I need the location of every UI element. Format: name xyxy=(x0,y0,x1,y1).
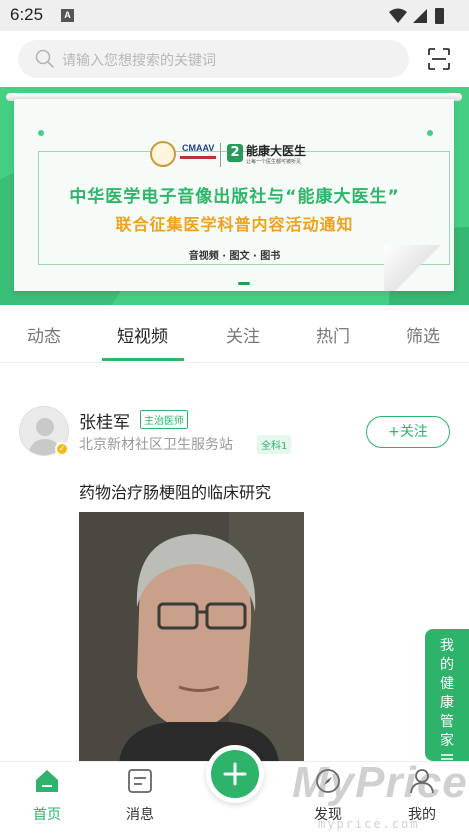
banner-title-line2: 联合征集医学科普内容活动通知 xyxy=(115,215,354,234)
watermark-url: myprice.com xyxy=(318,817,420,831)
tab-following[interactable]: 关注 xyxy=(226,322,260,347)
cma-logo-bar xyxy=(180,156,216,159)
author-title-badge: 主治医师 xyxy=(140,410,188,429)
seal-logo xyxy=(150,141,176,167)
home-icon xyxy=(36,770,58,792)
author-org: 北京新材社区卫生服务站 xyxy=(79,437,233,453)
pin-icon xyxy=(38,130,44,136)
search-input[interactable]: 请输入您想搜索的关键词 xyxy=(18,40,409,78)
status-time: 6:25 xyxy=(10,5,44,24)
tab-active-indicator xyxy=(102,358,184,361)
cma-logo: CMAAV xyxy=(182,143,215,153)
nav-home[interactable]: 首页 xyxy=(7,762,87,835)
brand-name: 能康大医生 xyxy=(246,144,307,158)
tab-filter[interactable]: 筛选 xyxy=(406,322,440,347)
post-title[interactable]: 药物治疗肠梗阻的临床研究 xyxy=(79,479,271,503)
signal-icon xyxy=(413,9,427,23)
tab-hot[interactable]: 热门 xyxy=(316,322,350,347)
nav-home-label: 首页 xyxy=(33,807,61,823)
publish-button[interactable] xyxy=(206,745,264,803)
status-bar: 6:25 A xyxy=(0,0,469,31)
watermark: MyPrice xyxy=(292,758,468,807)
health-manager-label: 我的健康管家 xyxy=(440,638,454,749)
notification-icon: A xyxy=(61,9,74,22)
scan-icon[interactable] xyxy=(427,47,451,71)
author-name[interactable]: 张桂军 xyxy=(79,408,130,433)
banner-title-line1: 中华医学电子音像出版社与“能康大医生” xyxy=(69,187,400,207)
banner-logos: CMAAV 2 能康大医生 让每一个医生都可被听见 xyxy=(150,139,320,173)
battery-icon xyxy=(435,8,444,24)
nav-messages-label: 消息 xyxy=(126,807,154,823)
health-manager-tab[interactable]: 我的健康管家 xyxy=(425,629,469,764)
app-screen: 6:25 A 请输入您想搜索的关键词 CMAAV 2 能康大医生 让每一个医生都… xyxy=(0,0,469,835)
verified-icon: ✓ xyxy=(55,442,69,456)
feed-tabs: 动态 短视频 关注 热门 筛选 xyxy=(0,305,469,363)
person-photo xyxy=(79,512,304,762)
tab-short-video[interactable]: 短视频 xyxy=(117,322,168,347)
message-icon xyxy=(128,769,152,793)
pin-icon xyxy=(427,130,433,136)
banner-subtitle: 音视频 · 图文 · 图书 xyxy=(188,251,281,262)
promo-banner[interactable]: CMAAV 2 能康大医生 让每一个医生都可被听见 中华医学电子音像出版社与“能… xyxy=(0,87,469,305)
search-placeholder: 请输入您想搜索的关键词 xyxy=(62,53,216,69)
author-level-badge: 全科1 xyxy=(257,435,292,454)
nav-messages[interactable]: 消息 xyxy=(100,762,180,835)
tab-dynamic[interactable]: 动态 xyxy=(27,322,61,347)
wifi-icon xyxy=(389,8,407,23)
brand-logo-icon: 2 xyxy=(227,144,243,162)
plus-icon xyxy=(223,762,247,786)
follow-button[interactable]: +关注 xyxy=(366,416,450,448)
status-icons xyxy=(389,8,444,24)
carousel-indicator xyxy=(238,282,250,285)
video-thumbnail[interactable] xyxy=(79,512,304,762)
logo-divider xyxy=(220,143,221,167)
brand-slogan: 让每一个医生都可被听见 xyxy=(246,159,302,165)
search-icon xyxy=(35,49,54,68)
